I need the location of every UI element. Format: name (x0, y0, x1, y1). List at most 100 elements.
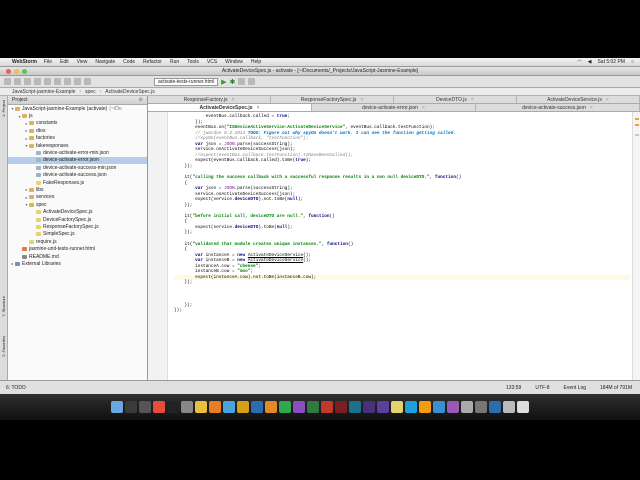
copy-icon[interactable] (64, 78, 71, 85)
iphoto-icon[interactable] (433, 401, 445, 413)
editor-tab[interactable]: device-activate-error.json × (312, 104, 476, 111)
project-root[interactable]: ▾ JavaScript-jasmine-Example (activate) … (8, 105, 147, 112)
sync-icon[interactable] (24, 78, 31, 85)
trash-icon[interactable] (517, 401, 529, 413)
clock[interactable]: Sat 5:02 PM (597, 59, 625, 65)
menu-help[interactable]: Help (251, 59, 261, 65)
dreamweaver-icon[interactable] (307, 401, 319, 413)
tree-file[interactable]: ▸ External Libraries (8, 260, 147, 267)
forward-icon[interactable] (44, 78, 51, 85)
cut-icon[interactable] (54, 78, 61, 85)
open-folder-icon[interactable] (4, 78, 11, 85)
close-tab-icon[interactable]: × (360, 97, 363, 103)
project-panel-title[interactable]: Project (12, 97, 28, 103)
tree-folder[interactable]: ▸ constants (8, 120, 147, 127)
close-tab-icon[interactable]: × (590, 105, 593, 111)
debug-icon[interactable]: ✱ (230, 78, 236, 86)
menu-tools[interactable]: Tools (187, 59, 199, 65)
menu-code[interactable]: Code (123, 59, 135, 65)
run-config-select[interactable]: activate-tests-runner.html (154, 77, 219, 86)
run-icon[interactable]: ▶ (221, 78, 226, 86)
notes-icon[interactable] (391, 401, 403, 413)
breadcrumb-item[interactable]: spec (85, 89, 96, 95)
file-encoding[interactable]: UTF-8 (535, 385, 549, 391)
audition-icon[interactable] (349, 401, 361, 413)
photoshop-icon[interactable] (489, 401, 501, 413)
aftereffects-icon[interactable] (377, 401, 389, 413)
tree-folder[interactable]: ▸ factories (8, 135, 147, 142)
editor-tab[interactable]: device-activate-success.json × (476, 104, 640, 111)
tree-file[interactable]: device-activate-success-min.json (8, 164, 147, 171)
panel-settings-icon[interactable]: ⚙ (139, 97, 147, 103)
tree-file[interactable]: device-activate-error-min.json (8, 149, 147, 156)
preferences-icon[interactable] (181, 401, 193, 413)
chrome-icon[interactable] (195, 401, 207, 413)
error-stripe[interactable] (632, 112, 640, 380)
menu-navigate[interactable]: Navigate (95, 59, 115, 65)
close-tab-icon[interactable]: × (257, 105, 260, 111)
editor-tab[interactable]: ActivateDeviceSpec.js × (148, 104, 312, 111)
zoom-window-icon[interactable] (22, 69, 27, 74)
menu-window[interactable]: Window (225, 59, 243, 65)
structure-tool-button[interactable]: 7: Structure (1, 296, 6, 317)
close-tab-icon[interactable]: × (231, 97, 234, 103)
close-tab-icon[interactable]: × (471, 97, 474, 103)
close-tab-icon[interactable]: × (606, 97, 609, 103)
spotlight-icon[interactable]: ○ (631, 59, 634, 65)
menu-file[interactable]: File (44, 59, 52, 65)
editor-gutter[interactable] (148, 112, 168, 380)
premiere-icon[interactable] (363, 401, 375, 413)
project-tool-button[interactable]: 1: Project (1, 100, 6, 117)
finder-icon[interactable] (111, 401, 123, 413)
close-tab-icon[interactable]: × (422, 105, 425, 111)
tree-file[interactable]: device-activate-success.json (8, 172, 147, 179)
tree-folder[interactable]: ▸ dtos (8, 127, 147, 134)
editor-tab[interactable]: ResponseFactorySpec.js × (271, 96, 394, 103)
illustrator-icon[interactable] (265, 401, 277, 413)
tree-file[interactable]: require.js (8, 238, 147, 245)
close-window-icon[interactable] (6, 69, 11, 74)
dashboard-icon[interactable] (125, 401, 137, 413)
caret-position[interactable]: 133:59 (506, 385, 521, 391)
mission-control-icon[interactable] (139, 401, 151, 413)
minimize-window-icon[interactable] (14, 69, 19, 74)
help-icon[interactable] (248, 78, 256, 85)
menu-vcs[interactable]: VCS (207, 59, 217, 65)
memory-indicator[interactable]: 184M of 791M (600, 385, 632, 391)
editor-tab[interactable]: ActivateDeviceService.js × (517, 96, 640, 103)
firefox-icon[interactable] (209, 401, 221, 413)
code-area[interactable]: eventBus.callback.called = true; }); eve… (174, 114, 630, 314)
tree-file[interactable]: DeviceFactorySpec.js (8, 216, 147, 223)
skype-icon[interactable] (405, 401, 417, 413)
save-icon[interactable] (14, 78, 21, 85)
calendar-icon[interactable] (153, 401, 165, 413)
back-icon[interactable] (34, 78, 41, 85)
paste-icon[interactable] (74, 78, 81, 85)
wifi-icon[interactable]: ◠ (577, 59, 581, 65)
downloads-icon[interactable] (503, 401, 515, 413)
tree-folder[interactable]: ▸ libs (8, 186, 147, 193)
menu-run[interactable]: Run (170, 59, 179, 65)
favorites-tool-button[interactable]: 2: Favorites (1, 336, 6, 357)
tree-file[interactable]: jasmine-unit-tests-runner.html (8, 245, 147, 252)
editor-tab[interactable]: ResponseFactory.js × (148, 96, 271, 103)
todo-tool-button[interactable]: 6: TODO (6, 385, 26, 391)
itunes-icon[interactable] (447, 401, 459, 413)
settings-icon[interactable] (238, 78, 246, 85)
app-menu[interactable]: WebStorm (12, 59, 37, 65)
menu-refactor[interactable]: Refactor (143, 59, 162, 65)
photoshop-icon[interactable] (251, 401, 263, 413)
safari-icon[interactable] (223, 401, 235, 413)
tree-folder[interactable]: ▾ fakeresponses (8, 142, 147, 149)
vlc-icon[interactable] (419, 401, 431, 413)
tree-file[interactable]: ActivateDeviceSpec.js (8, 208, 147, 215)
flash-icon[interactable] (321, 401, 333, 413)
tree-file[interactable]: device-activate-error.json (8, 156, 147, 165)
find-icon[interactable] (84, 78, 91, 85)
code-line[interactable]: }); (174, 308, 630, 314)
phpstorm-icon[interactable] (293, 401, 305, 413)
flashbuilder-icon[interactable] (335, 401, 347, 413)
tree-folder[interactable]: ▸ services (8, 194, 147, 201)
tree-file[interactable]: FakeResponses.js (8, 179, 147, 186)
tree-file[interactable]: README.md (8, 253, 147, 260)
